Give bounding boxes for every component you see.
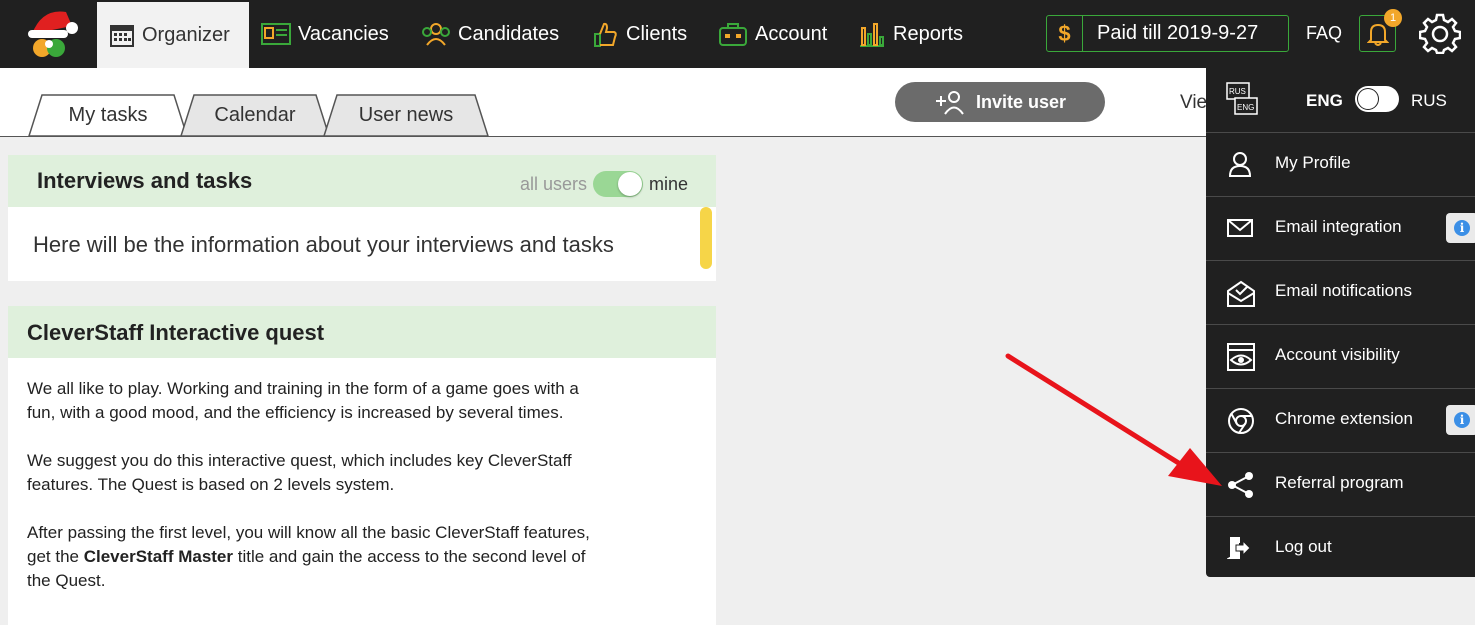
language-toggle[interactable]	[1355, 86, 1399, 112]
menu-item-account-visibility[interactable]: Account visibility	[1206, 324, 1475, 388]
tab-label: Calendar	[214, 103, 296, 126]
invite-user-label: Invite user	[975, 91, 1067, 112]
tab-user-news[interactable]: User news	[323, 94, 489, 136]
menu-item-label: Referral program	[1275, 473, 1404, 492]
lang-rus-label[interactable]: RUS	[1411, 91, 1447, 111]
menu-item-log-out[interactable]: Log out	[1206, 516, 1475, 580]
thumbs-up-icon	[594, 22, 617, 47]
tab-label: My tasks	[68, 103, 148, 126]
menu-item-label: Log out	[1275, 537, 1332, 556]
logo-santa-icon[interactable]	[22, 4, 82, 62]
all-users-label[interactable]: all users	[520, 174, 587, 195]
nav-label: Vacancies	[298, 22, 389, 45]
quest-master-title: CleverStaff Master	[83, 547, 233, 566]
panel-title: Interviews and tasks	[37, 168, 253, 193]
menu-item-label: Email notifications	[1275, 281, 1413, 300]
menu-item-label: My Profile	[1275, 153, 1351, 172]
language-icon: RUS ENG	[1226, 82, 1258, 115]
view-toggle-label[interactable]: Vie	[1180, 92, 1207, 114]
info-button[interactable]: i	[1446, 213, 1475, 243]
users-filter-switch[interactable]	[592, 171, 643, 197]
user-icon	[1228, 152, 1252, 177]
nav-label: Organizer	[142, 23, 230, 46]
add-user-icon	[935, 91, 964, 115]
calendar-icon	[110, 25, 134, 47]
lang-icon-text: RUS	[1229, 87, 1246, 96]
menu-item-label: Email integration	[1275, 217, 1402, 236]
menu-item-label: Account visibility	[1275, 345, 1400, 364]
tabs-bar: My tasks Calendar User news Invite user …	[0, 68, 1210, 137]
quest-paragraph: After passing the first level, you will …	[27, 521, 597, 593]
menu-item-email-notifications[interactable]: Email notifications	[1206, 260, 1475, 324]
nav-label: Clients	[626, 22, 688, 45]
nav-label: Candidates	[458, 22, 560, 45]
vacancy-card-icon	[261, 23, 291, 45]
nav-organizer[interactable]: Organizer	[97, 2, 249, 68]
eye-icon	[1227, 343, 1255, 371]
invite-user-button[interactable]: Invite user	[895, 82, 1105, 122]
menu-item-chrome-extension[interactable]: Chrome extension i	[1206, 388, 1475, 452]
panel-title: CleverStaff Interactive quest	[27, 320, 325, 345]
lang-icon-text: ENG	[1237, 103, 1254, 112]
info-icon: i	[1454, 220, 1470, 236]
briefcase-icon	[719, 23, 747, 46]
top-navbar: Organizer Vacancies Candidates Clients A…	[0, 0, 1475, 68]
menu-item-email-integration[interactable]: Email integration i	[1206, 196, 1475, 260]
mine-label[interactable]: mine	[649, 174, 688, 195]
gear-icon	[1418, 13, 1462, 55]
quest-description: We all like to play. Working and trainin…	[27, 377, 597, 617]
interviews-tasks-panel: Interviews and tasks all users mine Here…	[8, 155, 716, 281]
panel-header: Interviews and tasks all users mine	[8, 155, 716, 207]
tab-my-tasks[interactable]: My tasks	[28, 94, 188, 136]
nav-vacancies[interactable]: Vacancies	[261, 0, 389, 68]
dollar-icon: $	[1047, 16, 1083, 51]
nav-candidates[interactable]: Candidates	[421, 0, 559, 68]
bar-chart-icon	[860, 23, 884, 47]
language-switcher: RUS ENG ENG RUS	[1206, 68, 1475, 132]
chrome-icon	[1228, 408, 1254, 434]
tab-calendar[interactable]: Calendar	[180, 94, 330, 136]
nav-reports[interactable]: Reports	[858, 0, 963, 68]
quest-paragraph: We all like to play. Working and trainin…	[27, 379, 579, 422]
mail-check-icon	[1227, 280, 1255, 307]
nav-account[interactable]: Account	[718, 0, 827, 68]
tasks-scrollbar[interactable]	[700, 207, 712, 269]
nav-label: Reports	[893, 22, 964, 45]
quest-panel: CleverStaff Interactive quest We all lik…	[8, 306, 716, 625]
menu-item-my-profile[interactable]: My Profile	[1206, 132, 1475, 196]
share-icon	[1228, 472, 1253, 498]
paid-till-label: Paid till 2019-9-27	[1097, 22, 1259, 44]
settings-dropdown: RUS ENG ENG RUS My Profile Email integra…	[1206, 68, 1475, 577]
quest-paragraph: We suggest you do this interactive quest…	[27, 451, 572, 494]
lang-eng-label[interactable]: ENG	[1306, 91, 1343, 111]
users-filter-toggle[interactable]: all users mine	[520, 171, 688, 197]
nav-label: Account	[755, 22, 828, 45]
panel-header: CleverStaff Interactive quest	[8, 306, 716, 358]
menu-item-label: Chrome extension	[1275, 409, 1413, 428]
empty-tasks-message: Here will be the information about your …	[33, 232, 614, 257]
logout-icon	[1227, 537, 1251, 559]
bell-icon	[1366, 23, 1389, 46]
envelope-icon	[1227, 219, 1253, 237]
notification-count-badge: 1	[1384, 9, 1402, 27]
info-icon: i	[1454, 412, 1470, 428]
info-button[interactable]: i	[1446, 405, 1475, 435]
people-icon	[422, 23, 450, 46]
menu-item-referral-program[interactable]: Referral program	[1206, 452, 1475, 516]
paid-till-badge[interactable]: $ Paid till 2019-9-27	[1046, 15, 1289, 52]
settings-button[interactable]	[1418, 12, 1462, 59]
nav-clients[interactable]: Clients	[591, 0, 687, 68]
tab-label: User news	[358, 103, 454, 126]
faq-link[interactable]: FAQ	[1306, 23, 1342, 44]
